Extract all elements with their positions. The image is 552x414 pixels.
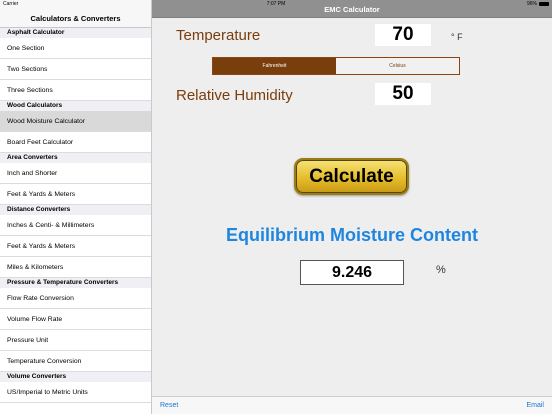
sidebar-item-distance-feet-yards-meters[interactable]: Feet & Yards & Meters (0, 236, 151, 257)
sidebar-item-three-sections[interactable]: Three Sections (0, 80, 151, 101)
temperature-input[interactable]: 70 (375, 24, 431, 46)
fahrenheit-segment[interactable]: Fahrenheit (213, 58, 336, 74)
calculate-button[interactable]: Calculate (294, 158, 409, 195)
sidebar-item-one-section[interactable]: One Section (0, 38, 151, 59)
reset-button[interactable]: Reset (160, 402, 178, 409)
humidity-label: Relative Humidity (176, 87, 293, 104)
battery-percent: 96% (526, 1, 537, 7)
result-unit: % (436, 264, 446, 276)
sidebar: Calculators & Converters Asphalt Calcula… (0, 0, 152, 414)
main-panel: EMC Calculator Temperature 70 ° F Fahren… (152, 0, 552, 414)
battery-icon (539, 2, 549, 6)
sidebar-item-wood-moisture[interactable]: Wood Moisture Calculator (0, 111, 151, 132)
humidity-input[interactable]: 50 (375, 83, 431, 105)
sidebar-item-two-sections[interactable]: Two Sections (0, 59, 151, 80)
section-header-wood: Wood Calculators (0, 101, 151, 111)
sidebar-item-inches-centi-milli[interactable]: Inches & Centi- & Millimeters (0, 215, 151, 236)
temperature-unit: ° F (451, 32, 463, 42)
sidebar-item-inch-shorter[interactable]: Inch and Shorter (0, 163, 151, 184)
section-header-distance: Distance Converters (0, 205, 151, 215)
result-value: 9.246 (300, 260, 404, 285)
temperature-label: Temperature (176, 27, 261, 44)
sidebar-title: Calculators & Converters (30, 14, 121, 23)
section-header-volume: Volume Converters (0, 372, 151, 382)
battery-indicator: 96% (527, 1, 549, 7)
result-title: Equilibrium Moisture Content (226, 225, 478, 245)
sidebar-item-area-feet-yards-meters[interactable]: Feet & Yards & Meters (0, 184, 151, 205)
status-bar: Carrier 7:07 PM 96% (0, 0, 552, 8)
celsius-segment[interactable]: Celsius (336, 58, 459, 74)
unit-segmented-control: Fahrenheit Celsius (212, 57, 460, 75)
section-header-asphalt: Asphalt Calculator (0, 28, 151, 38)
section-header-area: Area Converters (0, 153, 151, 163)
sidebar-item-volume-flow-rate[interactable]: Volume Flow Rate (0, 309, 151, 330)
sidebar-item-temperature-conversion[interactable]: Temperature Conversion (0, 351, 151, 372)
sidebar-item-us-imperial-metric[interactable]: US/Imperial to Metric Units (0, 382, 151, 403)
sidebar-item-board-feet[interactable]: Board Feet Calculator (0, 132, 151, 153)
bottom-toolbar: Reset Email (152, 396, 552, 414)
section-header-pressure-temperature: Pressure & Temperature Converters (0, 278, 151, 288)
sidebar-item-flow-rate[interactable]: Flow Rate Conversion (0, 288, 151, 309)
sidebar-item-pressure-unit[interactable]: Pressure Unit (0, 330, 151, 351)
calculate-button-label: Calculate (309, 165, 394, 187)
email-button[interactable]: Email (526, 402, 544, 409)
sidebar-item-miles-kilometers[interactable]: Miles & Kilometers (0, 257, 151, 278)
status-time: 7:07 PM (266, 1, 286, 7)
